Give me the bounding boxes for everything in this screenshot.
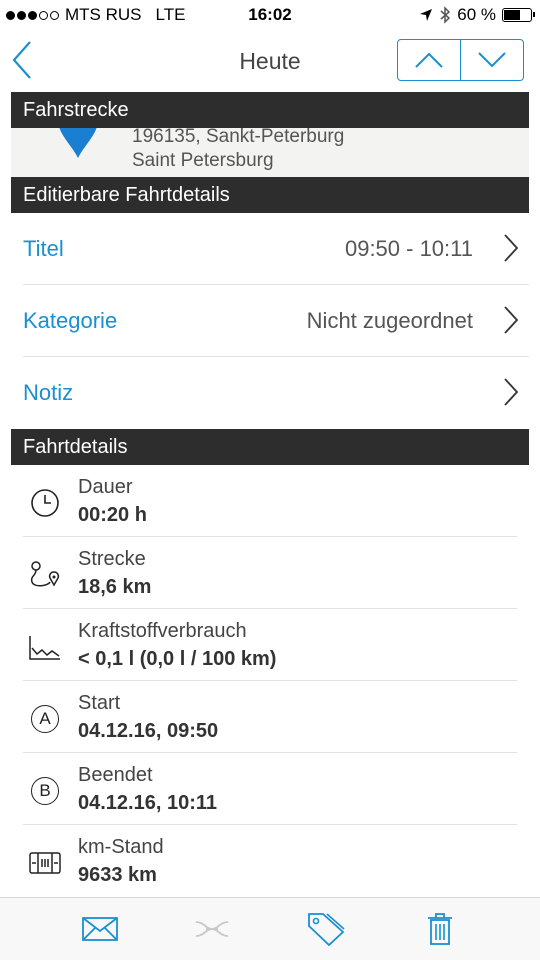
trip-details-header: Fahrtdetails xyxy=(11,429,529,465)
fuel-consumption-label: Kraftstoffverbrauch xyxy=(78,620,247,642)
battery-percent: 60 % xyxy=(457,5,496,24)
fuel-consumption-value: < 0,1 l (0,0 l / 100 km) xyxy=(78,648,277,670)
category-value: Nicht zugeordnet xyxy=(306,308,473,333)
route-icon xyxy=(27,557,63,593)
merge-button[interactable] xyxy=(192,910,232,948)
title-row[interactable]: Titel 09:50 - 10:11 xyxy=(23,213,529,285)
note-label: Notiz xyxy=(23,380,74,405)
duration-label: Dauer xyxy=(78,476,133,498)
route-section-header: Fahrstrecke xyxy=(11,92,529,128)
title-label: Titel xyxy=(23,236,64,261)
end-letter: B xyxy=(31,777,59,805)
distance-label: Strecke xyxy=(78,548,146,570)
note-row[interactable]: Notiz xyxy=(23,357,529,429)
end-value: 04.12.16, 10:11 xyxy=(78,792,218,814)
delete-button[interactable] xyxy=(420,910,460,948)
chevron-right-icon xyxy=(504,306,519,334)
odometer-row: km-Stand 9633 km xyxy=(23,825,517,897)
start-a-icon: A xyxy=(27,701,63,737)
address-line-1: 196135, Sankt-Peterburg xyxy=(132,128,345,147)
mail-button[interactable] xyxy=(80,910,120,948)
trash-icon xyxy=(428,913,452,945)
fuel-chart-icon xyxy=(27,629,63,665)
odometer-value: 9633 km xyxy=(78,864,157,886)
battery-icon xyxy=(502,8,535,22)
clock-icon xyxy=(27,485,63,521)
category-label: Kategorie xyxy=(23,308,118,333)
chevron-right-icon xyxy=(504,378,519,406)
distance-value: 18,6 km xyxy=(78,576,152,598)
editable-details-header: Editierbare Fahrtdetails xyxy=(11,177,529,213)
start-label: Start xyxy=(78,692,121,714)
odometer-label: km-Stand xyxy=(78,836,164,858)
start-row: A Start 04.12.16, 09:50 xyxy=(23,681,517,753)
fuel-consumption-row: Kraftstoffverbrauch < 0,1 l (0,0 l / 100… xyxy=(23,609,517,681)
address-line-2: Saint Petersburg xyxy=(132,150,274,171)
bottom-toolbar xyxy=(0,897,540,960)
duration-value: 00:20 h xyxy=(78,504,147,526)
tag-button[interactable] xyxy=(306,910,346,948)
duration-row: Dauer 00:20 h xyxy=(23,465,517,537)
merge-icon xyxy=(195,921,229,937)
route-address: 196135, Sankt-Peterburg Saint Petersburg xyxy=(132,128,344,173)
next-trip-button[interactable] xyxy=(460,40,523,80)
odometer-icon xyxy=(27,845,63,881)
mail-icon xyxy=(82,917,118,941)
category-row[interactable]: Kategorie Nicht zugeordnet xyxy=(23,285,529,357)
map-pin-icon xyxy=(59,128,97,158)
distance-row: Strecke 18,6 km xyxy=(23,537,517,609)
status-right: 60 % xyxy=(419,5,535,25)
start-letter: A xyxy=(31,705,59,733)
end-row: B Beendet 04.12.16, 10:11 xyxy=(23,753,517,825)
start-value: 04.12.16, 09:50 xyxy=(78,720,219,742)
chevron-right-icon xyxy=(504,234,519,262)
previous-trip-button[interactable] xyxy=(398,40,460,80)
location-arrow-icon xyxy=(420,9,433,21)
chevron-down-icon xyxy=(478,52,506,68)
bluetooth-icon xyxy=(440,6,451,24)
end-label: Beendet xyxy=(78,764,153,786)
chevron-up-icon xyxy=(415,52,443,68)
status-bar: MTS RUS LTE 16:02 60 % xyxy=(0,0,540,32)
tag-icon xyxy=(308,913,345,947)
route-map[interactable]: 196135, Sankt-Peterburg Saint Petersburg xyxy=(11,128,529,178)
nav-bar: Heute xyxy=(0,32,540,90)
title-value: 09:50 - 10:11 xyxy=(344,236,473,261)
trip-navigation-control xyxy=(397,39,524,81)
end-b-icon: B xyxy=(27,773,63,809)
